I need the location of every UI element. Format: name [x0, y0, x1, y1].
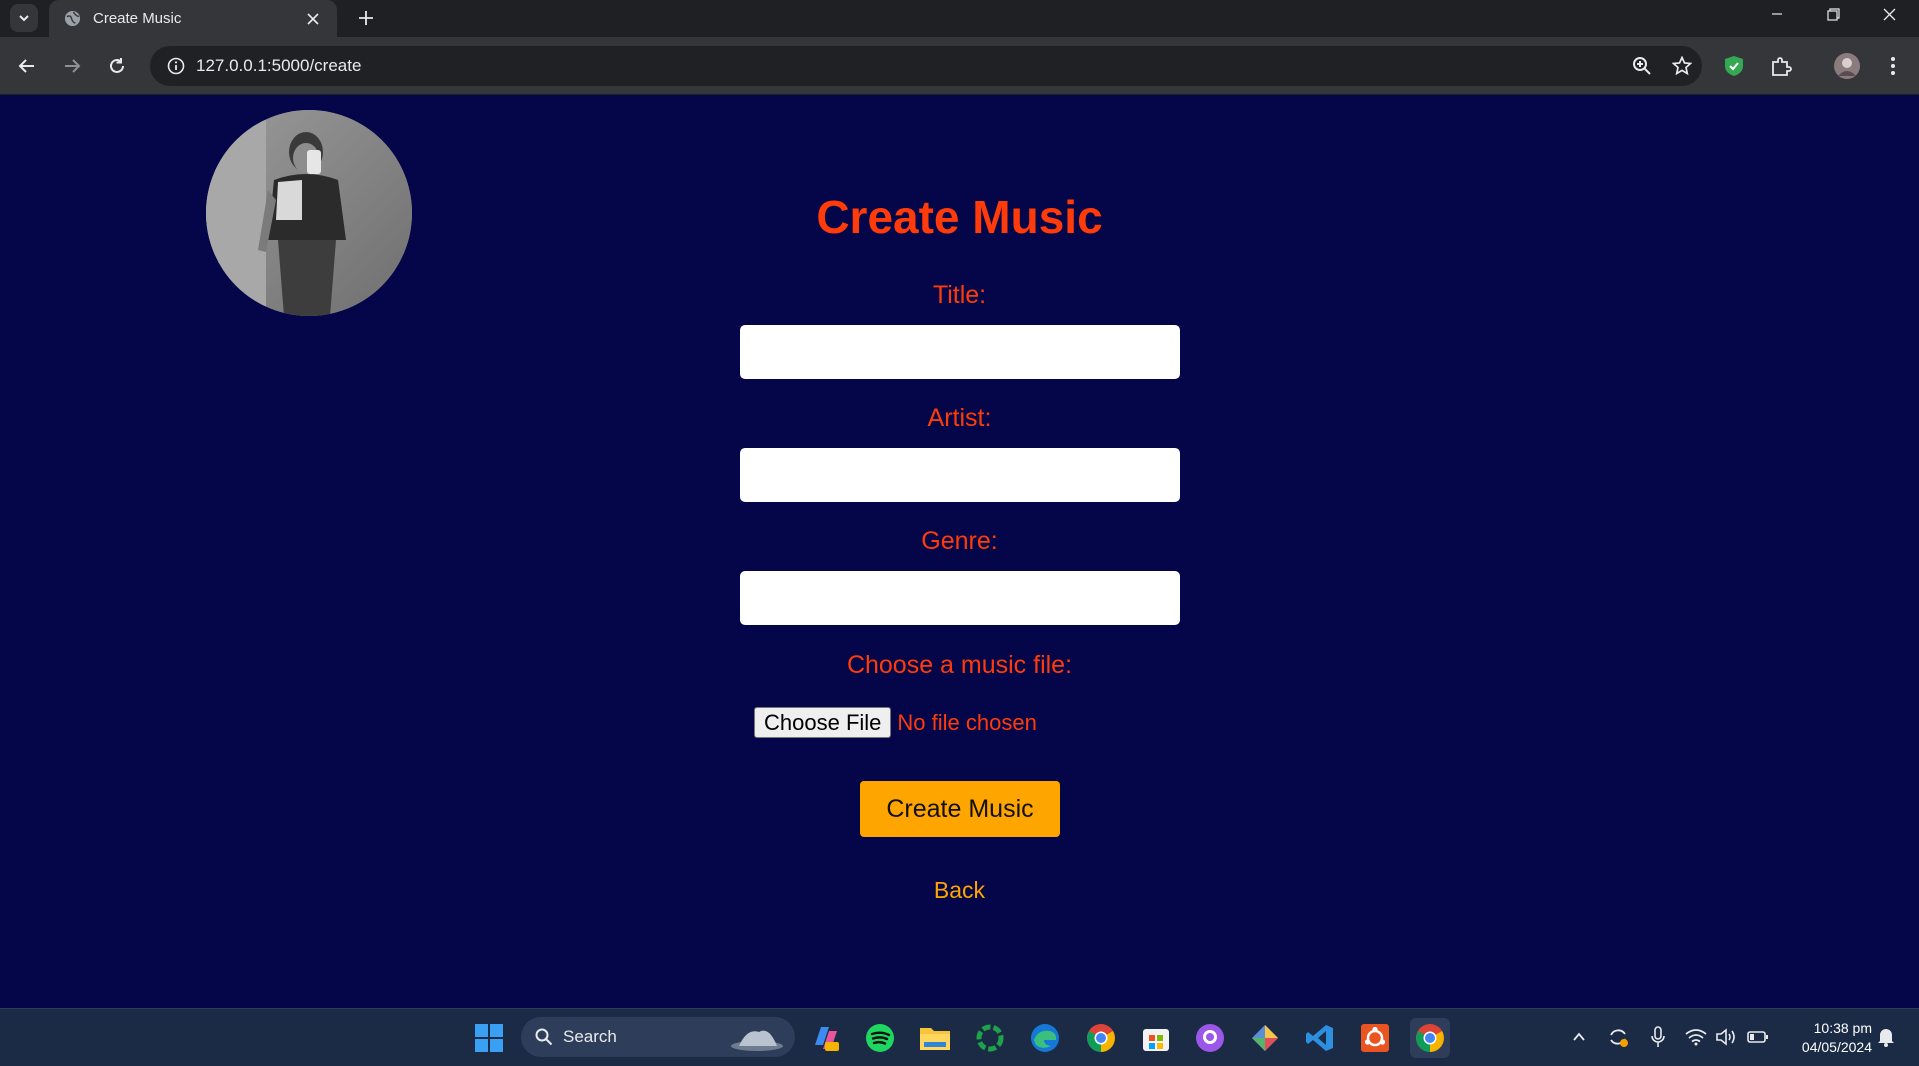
vscode-icon[interactable] [1300, 1018, 1340, 1058]
chevron-up-icon[interactable] [1567, 1025, 1591, 1049]
search-highlight-icon [731, 1030, 783, 1051]
zoom-icon[interactable] [1622, 46, 1662, 86]
tab-search-button[interactable] [10, 4, 38, 32]
minimize-icon [1772, 13, 1782, 15]
artist-input[interactable] [740, 448, 1180, 502]
choose-file-button[interactable]: Choose File [754, 707, 892, 738]
new-tab-button[interactable] [352, 4, 380, 32]
taskbar-search-label: Search [563, 1027, 617, 1046]
chevron-down-icon [19, 15, 29, 22]
close-window-button[interactable] [1861, 0, 1917, 28]
create-music-button[interactable]: Create Music [860, 781, 1060, 837]
title-label: Title: [932, 281, 987, 309]
genre-label: Genre: [921, 527, 998, 555]
back-button[interactable] [10, 49, 44, 83]
arrow-right-icon [65, 59, 81, 73]
sync-status-icon[interactable] [1606, 1025, 1630, 1049]
taskbar-search-box[interactable]: Search [521, 1017, 795, 1057]
genre-input[interactable] [740, 571, 1180, 625]
file-label: Choose a music file: [846, 651, 1073, 679]
title-input[interactable] [740, 325, 1180, 379]
taskbar: Search 10:38 pm 04/05/2024 [0, 1008, 1919, 1066]
clock-date: 04/05/2024 [1801, 1039, 1872, 1055]
chrome-active-icon[interactable] [1410, 1018, 1450, 1058]
microphone-icon[interactable] [1646, 1025, 1670, 1049]
copilot-icon[interactable] [806, 1018, 846, 1058]
ubuntu-icon[interactable] [1355, 1018, 1395, 1058]
profile-avatar-icon[interactable] [1830, 49, 1864, 83]
shield-extension-icon[interactable] [1717, 49, 1751, 83]
edge-browser-icon[interactable] [1025, 1018, 1065, 1058]
bookmark-star-icon[interactable] [1662, 46, 1702, 86]
restore-button[interactable] [1805, 0, 1861, 28]
reload-icon [110, 58, 124, 73]
browser-toolbar: 127.0.0.1:5000/create [0, 37, 1919, 95]
file-explorer-icon[interactable] [915, 1018, 955, 1058]
page-content: Create Music Title: Artist: Genre: Choos… [0, 96, 1919, 1008]
back-link[interactable]: Back [0, 877, 1919, 904]
sync-app-icon[interactable] [970, 1018, 1010, 1058]
github-icon[interactable] [1190, 1018, 1230, 1058]
url-text: 127.0.0.1:5000/create [196, 56, 362, 75]
artist-label: Artist: [927, 404, 992, 432]
notification-bell-icon[interactable] [1874, 1025, 1898, 1049]
wifi-icon[interactable] [1684, 1025, 1708, 1049]
spotify-icon[interactable] [860, 1018, 900, 1058]
search-icon [535, 1028, 553, 1046]
restore-icon [1826, 7, 1840, 21]
git-tool-icon[interactable] [1245, 1018, 1285, 1058]
forward-button[interactable] [55, 49, 89, 83]
microsoft-store-icon[interactable] [1136, 1018, 1176, 1058]
plus-icon [359, 11, 373, 25]
tab-title: Create Music [93, 10, 182, 27]
taskbar-clock[interactable]: 10:38 pm 04/05/2024 [1780, 1019, 1872, 1057]
file-input: Choose File No file chosen [754, 707, 1037, 738]
file-status-text: No file chosen [897, 709, 1037, 735]
more-menu-icon[interactable] [1876, 49, 1910, 83]
site-info-icon[interactable] [156, 46, 196, 86]
address-bar[interactable]: 127.0.0.1:5000/create [150, 46, 1702, 86]
tab-create-music[interactable]: Create Music [49, 0, 337, 37]
chrome-icon[interactable] [1081, 1018, 1121, 1058]
close-tab-icon[interactable] [303, 9, 323, 29]
clock-time: 10:38 pm [1813, 1020, 1872, 1036]
browser-tab-bar: Create Music [0, 0, 1919, 37]
battery-icon[interactable] [1746, 1025, 1770, 1049]
reload-button[interactable] [100, 49, 134, 83]
globe-icon [63, 10, 81, 28]
arrow-left-icon [18, 59, 34, 73]
windows-start-icon[interactable] [469, 1018, 509, 1058]
page-title: Create Music [816, 191, 1103, 243]
volume-icon[interactable] [1714, 1025, 1738, 1049]
close-icon [1883, 8, 1895, 20]
extensions-puzzle-icon[interactable] [1764, 49, 1798, 83]
minimize-button[interactable] [1749, 0, 1805, 28]
